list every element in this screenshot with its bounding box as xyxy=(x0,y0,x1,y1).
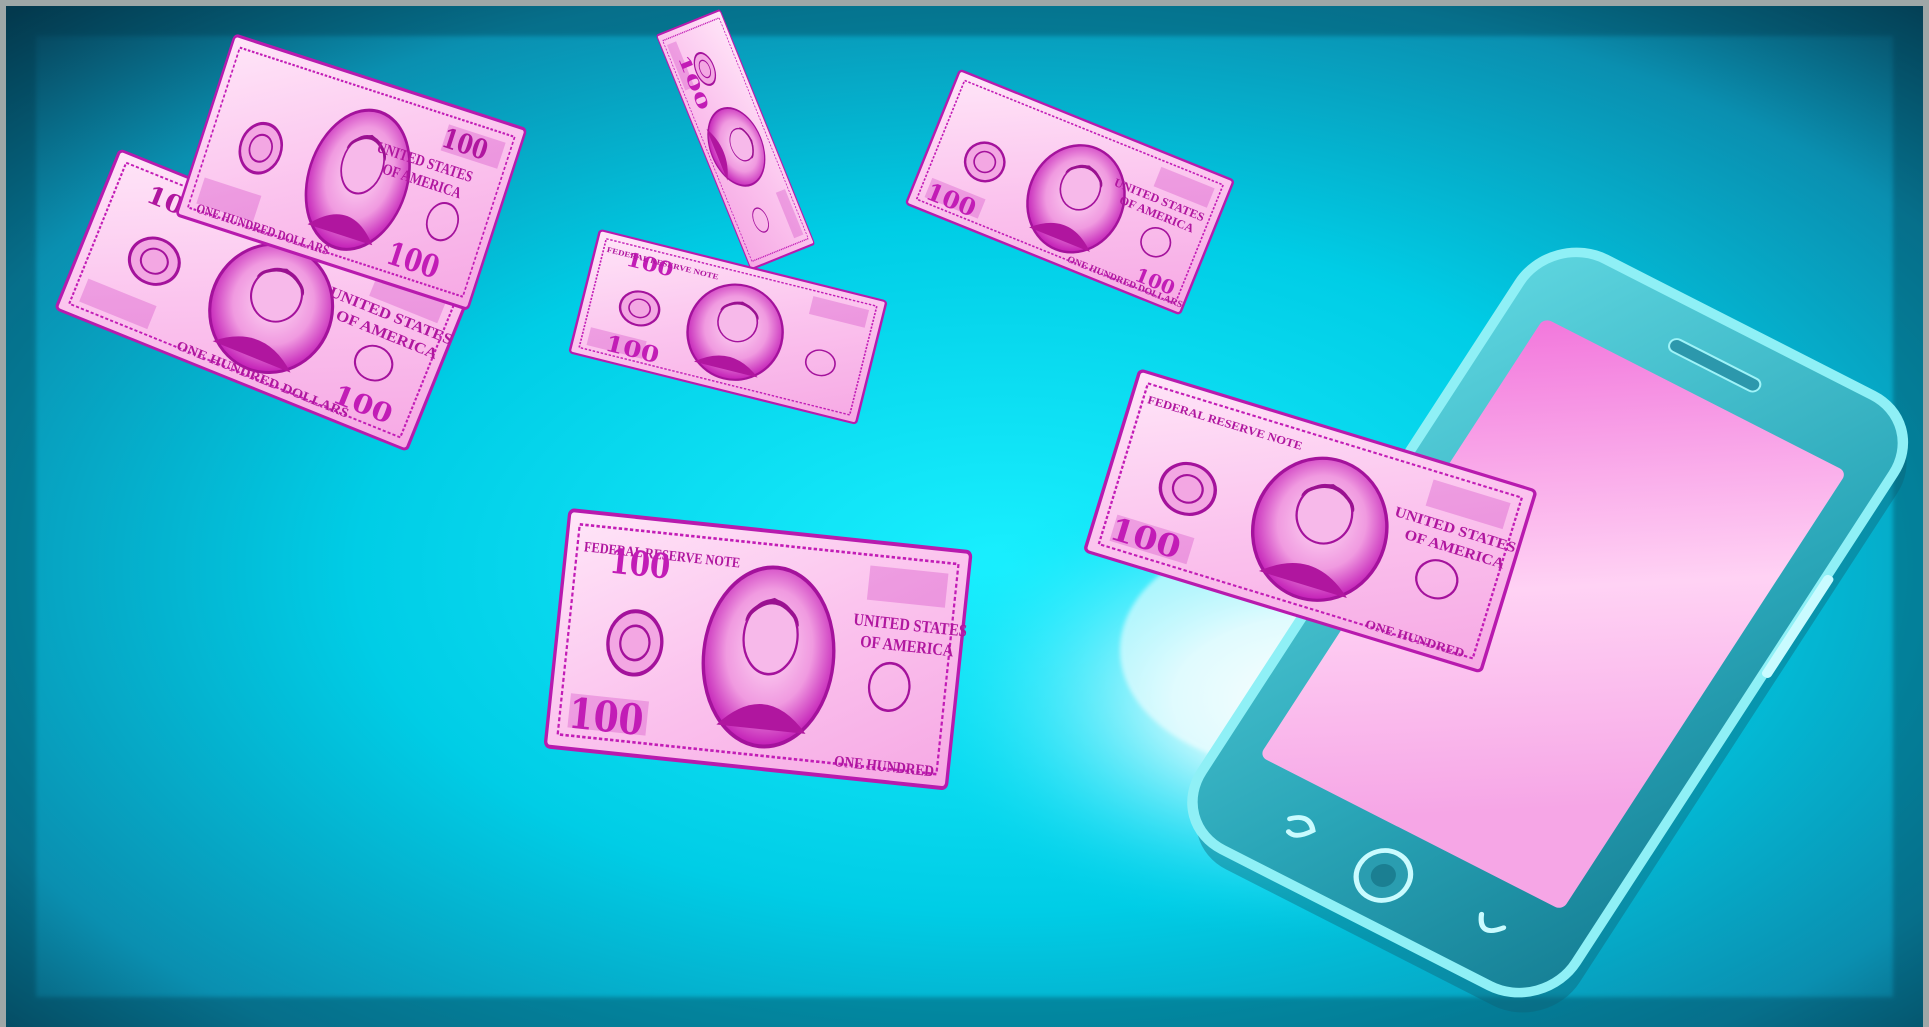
scene-illustration: 100 UNITED STATES OF AMERICA ONE HUNDRED… xyxy=(0,0,1929,1027)
bill-7: FEDERAL RESERVE NOTE 100 100 UNITED STAT… xyxy=(543,508,973,791)
bill-top-denomination: 100 xyxy=(608,540,673,587)
bill-denomination: 100 xyxy=(566,689,646,746)
